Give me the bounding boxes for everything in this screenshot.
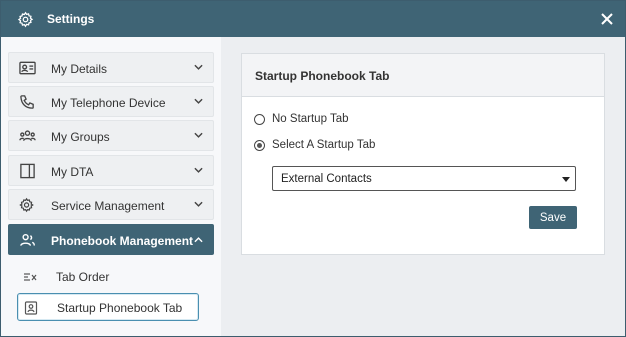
panel-header: Startup Phonebook Tab	[242, 54, 604, 97]
no-startup-tab-option[interactable]: No Startup Tab	[254, 112, 364, 130]
panel-title: Startup Phonebook Tab	[255, 69, 390, 83]
radio-button[interactable]	[254, 140, 265, 151]
chevron-down-icon	[194, 201, 203, 207]
chevron-down-icon	[194, 132, 203, 138]
sidebar-item-label: My Groups	[51, 130, 110, 144]
startup-phonebook-panel: Startup Phonebook Tab No Startup Tab Sel…	[241, 53, 605, 255]
dropdown-caret-icon	[562, 177, 570, 182]
contacts-icon	[20, 234, 36, 246]
startup-tab-select[interactable]: External Contacts	[272, 166, 576, 191]
sidebar-item-my-dta[interactable]: My DTA	[8, 155, 214, 186]
sidebar-item-my-details[interactable]: My Details	[8, 52, 214, 83]
sidebar-item-my-groups[interactable]: My Groups	[8, 120, 214, 151]
sidebar-subitem-tab-order[interactable]: Tab Order	[17, 263, 199, 291]
window-title: Settings	[47, 12, 95, 26]
settings-gear-icon	[17, 11, 34, 28]
chevron-down-icon	[194, 64, 203, 70]
sidebar-item-service-management[interactable]: Service Management	[8, 189, 214, 220]
sidebar-item-my-telephone-device[interactable]: My Telephone Device	[8, 86, 214, 117]
sidebar-item-label: Service Management	[51, 199, 165, 213]
close-icon[interactable]	[599, 11, 615, 27]
settings-content: Startup Phonebook Tab No Startup Tab Sel…	[221, 37, 625, 336]
chevron-down-icon	[194, 167, 203, 173]
title-bar: Settings	[1, 1, 625, 37]
radio-button[interactable]	[254, 114, 265, 125]
save-button[interactable]: Save	[529, 206, 577, 229]
select-startup-tab-option[interactable]: Select A Startup Tab	[254, 138, 384, 156]
sidebar-subitem-startup-phonebook-tab[interactable]: Startup Phonebook Tab	[17, 293, 199, 321]
gear-cog-icon	[19, 197, 34, 213]
select-value: External Contacts	[281, 173, 372, 185]
chevron-down-icon	[194, 98, 203, 104]
contact-card-icon	[24, 301, 38, 315]
sidebar-item-label: My Details	[51, 62, 108, 76]
settings-sidebar: My Details My Telephone Device My Groups…	[1, 37, 221, 336]
settings-window: Settings My Details My Telephone Device …	[0, 0, 626, 337]
sidebar-subitem-label: Startup Phonebook Tab	[57, 301, 183, 315]
sidebar-item-phonebook-management[interactable]: Phonebook Management	[8, 224, 214, 255]
sidebar-subitem-label: Tab Order	[56, 270, 110, 284]
sidebar-item-label: My Telephone Device	[51, 96, 166, 110]
chevron-up-icon	[194, 237, 203, 243]
sort-list-icon	[24, 273, 37, 281]
panel-icon	[20, 163, 35, 179]
radio-label: Select A Startup Tab	[272, 139, 376, 151]
sidebar-item-label: Phonebook Management	[51, 234, 194, 248]
users-group-icon	[19, 130, 36, 141]
sidebar-item-label: My DTA	[51, 165, 94, 179]
id-card-icon	[19, 61, 36, 75]
radio-label: No Startup Tab	[272, 113, 349, 125]
phone-icon	[20, 95, 34, 109]
